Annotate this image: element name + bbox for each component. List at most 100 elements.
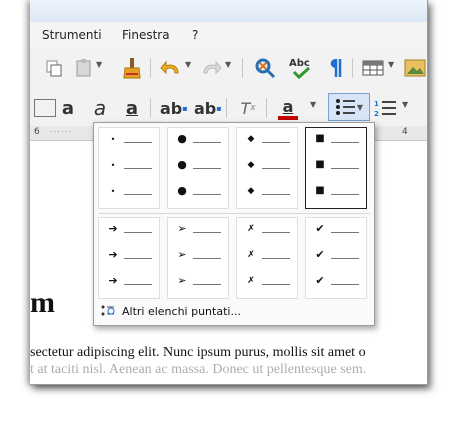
table-icon[interactable]: [362, 55, 384, 81]
standard-toolbar: ▼ ▼ ▼ Abc ▼: [30, 48, 427, 88]
bullet-dot-icon: •: [110, 161, 116, 170]
bullet-diamond-icon: ◆: [247, 134, 255, 144]
font-color-icon: a: [282, 96, 294, 116]
bullet-style-tile[interactable]: • • •: [98, 127, 160, 209]
ruler-marks: · · · · · ·: [50, 129, 71, 136]
numbering-button[interactable]: 12: [374, 95, 398, 121]
bullets-dropdown-arrow[interactable]: ▼: [357, 103, 363, 112]
menu-bar: Strumenti Finestra ?: [30, 22, 427, 48]
redo-dropdown-arrow[interactable]: ▼: [225, 60, 231, 69]
dropdown-divider: [98, 213, 370, 214]
bullet-style-tile[interactable]: ➢ ➢ ➢: [167, 217, 229, 299]
toolbar-separator: [352, 58, 353, 78]
application-window: Strumenti Finestra ? ▼ ▼ ▼ Abc ▼ a a a a…: [30, 0, 428, 385]
bullet-style-tile[interactable]: ◆ ◆ ◆: [236, 127, 298, 209]
bullet-cross-icon: ✗: [247, 224, 255, 234]
bullet-circle-icon: ●: [177, 184, 187, 197]
find-replace-icon[interactable]: [254, 55, 276, 81]
insert-image-icon[interactable]: [404, 55, 426, 81]
bullet-row: •: [104, 135, 156, 148]
superscript-button[interactable]: ab ▪: [160, 95, 188, 121]
subscript-icon: ab: [194, 98, 217, 118]
undo-dropdown-arrow[interactable]: ▼: [185, 60, 191, 69]
svg-text:Abc: Abc: [289, 58, 310, 69]
superscript-icon: ab: [160, 98, 183, 118]
bullet-square-icon: ■: [315, 159, 325, 170]
more-bullets-item[interactable]: Altri elenchi puntati...: [98, 301, 372, 321]
bullet-arrowhead-icon: ➢: [177, 248, 187, 261]
menu-help[interactable]: ?: [192, 28, 198, 42]
bullet-style-tile[interactable]: ● ● ●: [167, 127, 229, 209]
bullets-button[interactable]: ▼: [328, 93, 370, 121]
font-color-button[interactable]: a: [278, 95, 298, 121]
document-heading: m: [30, 286, 55, 319]
bullet-row: •: [104, 187, 156, 200]
bullet-check-icon: ✔: [315, 222, 325, 235]
bullet-circle-icon: ●: [177, 158, 187, 171]
menu-strumenti[interactable]: Strumenti: [42, 28, 102, 42]
menu-finestra[interactable]: Finestra: [122, 28, 170, 42]
document-line: sectetur adipiscing elit. Nunc ipsum pur…: [30, 345, 366, 360]
svg-text:2: 2: [374, 110, 379, 118]
bullet-check-icon: ✔: [315, 248, 325, 261]
paste-dropdown-arrow[interactable]: ▼: [96, 60, 102, 69]
more-bullets-label: Altri elenchi puntati...: [122, 304, 241, 318]
clear-formatting-icon: T: [240, 98, 251, 118]
toolbar-separator: [266, 98, 267, 118]
bullets-icon: [335, 99, 355, 115]
toolbar-edge: [34, 99, 56, 117]
bullet-circle-icon: ●: [177, 132, 187, 145]
italic-button[interactable]: a: [90, 95, 110, 121]
numbering-dropdown-arrow[interactable]: ▼: [402, 100, 408, 109]
bullet-arrowhead-icon: ➢: [177, 222, 187, 235]
bullet-style-tile[interactable]: ✗ ✗ ✗: [236, 217, 298, 299]
bullet-arrow-icon: ➔: [108, 248, 118, 261]
bullets-settings-icon: [101, 305, 115, 316]
toolbar-separator: [150, 98, 151, 118]
undo-icon[interactable]: [160, 55, 182, 81]
bullet-row: •: [104, 161, 156, 174]
bold-button[interactable]: a: [58, 95, 78, 121]
bullet-dot-icon: •: [110, 135, 116, 144]
toolbar-separator: [150, 58, 151, 78]
svg-text:1: 1: [374, 100, 379, 108]
bullet-square-icon: ■: [315, 133, 325, 144]
clear-formatting-button[interactable]: Tx: [238, 95, 258, 121]
underline-button[interactable]: a: [122, 95, 142, 121]
font-color-dropdown-arrow[interactable]: ▼: [310, 100, 316, 109]
font-color-bar: [278, 115, 298, 120]
bullet-style-tile[interactable]: ➔ ➔ ➔: [98, 217, 160, 299]
bullet-arrowhead-icon: ➢: [177, 274, 187, 287]
toolbar-separator: [242, 58, 243, 78]
bullet-diamond-icon: ◆: [247, 186, 255, 196]
document-line: t at taciti nisl. Aenean ac massa. Donec…: [30, 362, 367, 377]
bullets-dropdown: • • • ● ● ● ◆ ◆ ◆ ■ ■ ■ ➔ ➔ ➔ ➢ ➢ ➢ ✗ ✗ …: [93, 122, 375, 326]
bullet-diamond-icon: ◆: [247, 160, 255, 170]
copy-icon[interactable]: [44, 55, 64, 81]
bullet-cross-icon: ✗: [247, 276, 255, 286]
bullet-style-tile[interactable]: ✔ ✔ ✔: [305, 217, 367, 299]
formatting-marks-icon[interactable]: [326, 55, 346, 81]
bullet-check-icon: ✔: [315, 274, 325, 287]
formatting-toolbar: a a a ab ▪ ab ▪ Tx a ▼ ▼ 12 ▼: [30, 88, 427, 126]
title-bar: [30, 0, 427, 23]
spellcheck-icon[interactable]: Abc: [288, 55, 314, 81]
bullet-dot-icon: •: [110, 187, 116, 196]
table-dropdown-arrow[interactable]: ▼: [388, 60, 394, 69]
bullet-style-tile-selected[interactable]: ■ ■ ■: [305, 127, 367, 209]
ruler-tick: 4: [402, 127, 408, 137]
numbering-icon: 12: [374, 100, 396, 118]
redo-icon[interactable]: [200, 55, 222, 81]
bold-icon: a: [61, 97, 75, 119]
bullet-square-icon: ■: [315, 185, 325, 196]
underline-icon: a: [125, 97, 139, 119]
document-body: sectetur adipiscing elit. Nunc ipsum pur…: [30, 344, 427, 378]
subscript-button[interactable]: ab ▪: [194, 95, 222, 121]
toolbar-separator: [226, 98, 227, 118]
bullet-arrow-icon: ➔: [108, 222, 118, 235]
paste-icon[interactable]: [74, 55, 94, 81]
bullet-cross-icon: ✗: [247, 250, 255, 260]
bullet-arrow-icon: ➔: [108, 274, 118, 287]
clone-formatting-icon[interactable]: [122, 55, 142, 81]
ruler-tick: 6: [34, 127, 40, 137]
